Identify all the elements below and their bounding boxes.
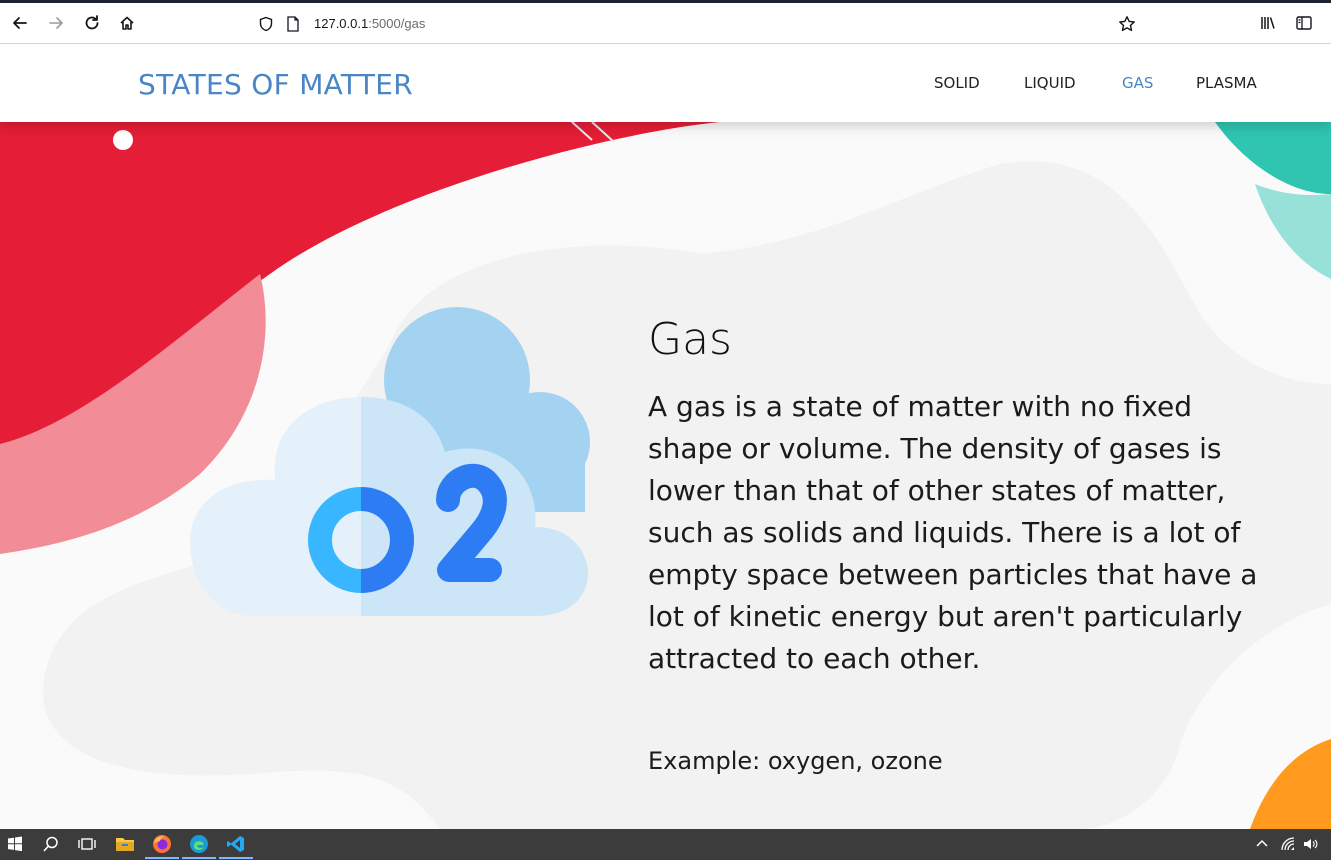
page-viewport: STATES OF MATTER SOLID LIQUID GAS PLASMA… [0,44,1331,829]
description-text: A gas is a state of matter with no fixed… [648,390,1258,675]
firefox-icon[interactable] [145,833,179,859]
nav-solid[interactable]: SOLID [934,74,980,92]
oxygen-cloud-icon [190,307,590,616]
url-host: 127.0.0.1 [314,16,369,31]
file-explorer-icon[interactable] [114,833,136,855]
url-path: :5000/gas [368,16,426,31]
library-icon[interactable] [1256,11,1280,35]
url-text[interactable]: 127.0.0.1:5000/gas [314,16,425,31]
nav-liquid[interactable]: LIQUID [1024,74,1076,92]
network-icon[interactable] [1280,836,1296,852]
vscode-icon[interactable] [219,833,253,859]
taskbar [0,829,1331,860]
brand-logo[interactable]: STATES OF MATTER [138,68,413,101]
example-text: Example: oxygen, ozone [648,747,943,775]
sidebar-icon[interactable] [1292,11,1316,35]
browser-toolbar: 127.0.0.1:5000/gas [0,3,1331,44]
nav-plasma[interactable]: PLASMA [1196,74,1257,92]
volume-icon[interactable] [1302,836,1318,852]
start-button[interactable] [4,833,26,855]
site-header: STATES OF MATTER SOLID LIQUID GAS PLASMA [0,44,1331,122]
task-view-icon[interactable] [76,833,98,855]
tracking-shield-icon[interactable] [258,16,274,37]
show-hidden-icons-icon[interactable] [1254,836,1270,852]
content-panel: Gas A gas is a state of matter with no f… [648,314,1268,680]
reload-icon[interactable] [80,11,104,35]
bookmark-star-icon[interactable] [1118,15,1136,38]
nav-gas[interactable]: GAS [1122,74,1153,92]
home-icon[interactable] [115,11,139,35]
back-icon[interactable] [8,11,32,35]
page-info-icon[interactable] [286,16,300,37]
edge-icon[interactable] [182,833,216,859]
url-bar[interactable]: 127.0.0.1:5000/gas [250,9,1135,39]
search-icon[interactable] [40,833,62,855]
page-title: Gas [648,314,732,365]
forward-icon[interactable] [44,11,68,35]
